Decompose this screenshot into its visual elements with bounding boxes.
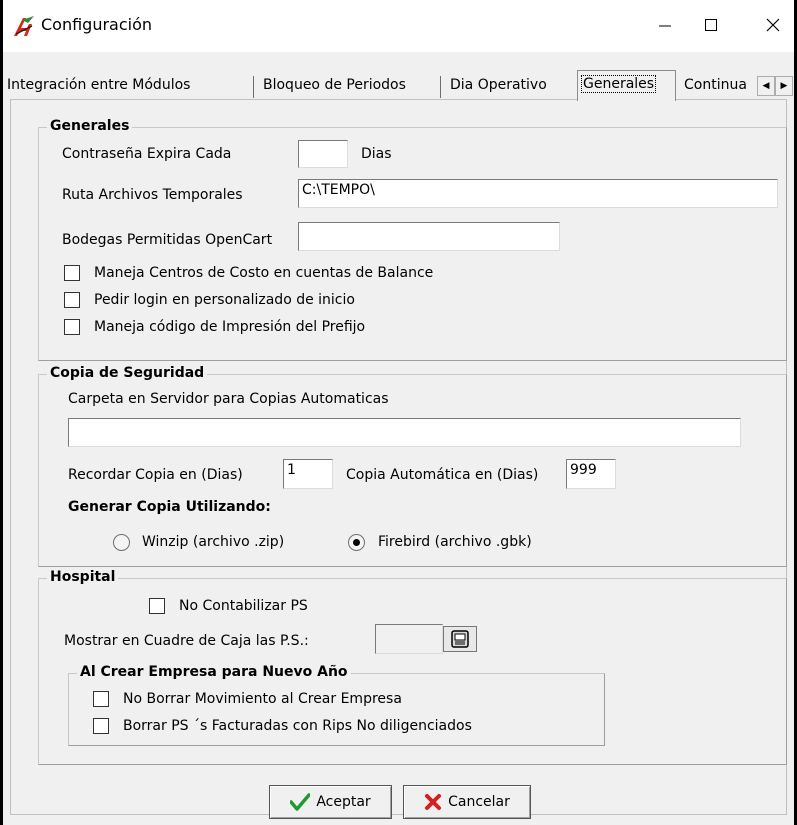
login-checkbox[interactable]	[64, 292, 80, 308]
tab-dia-operativo[interactable]: Dia Operativo	[446, 74, 570, 100]
cash-closing-label: Mostrar en Cuadre de Caja las P.S.:	[64, 633, 309, 649]
cost-center-checkbox[interactable]	[64, 265, 80, 281]
backup-group: Copia de Seguridad Carpeta en Servidor p…	[38, 365, 787, 567]
generales-legend: Generales	[47, 118, 133, 134]
hospital-group: Hospital No Contabilizar PS Mostrar en C…	[38, 569, 787, 765]
tab-label: Continua	[684, 77, 747, 93]
cost-center-label: Maneja Centros de Costo en cuentas de Ba…	[94, 265, 434, 281]
password-expiry-label: Contraseña Expira Cada	[62, 146, 232, 162]
password-expiry-unit: Dias	[361, 146, 392, 162]
auto-backup-label: Copia Automática en (Dias)	[346, 467, 539, 483]
keep-movements-label: No Borrar Movimiento al Crear Empresa	[123, 691, 402, 707]
cancel-button[interactable]: Cancelar	[403, 785, 531, 819]
password-expiry-input[interactable]	[298, 140, 348, 168]
tab-label: Integración entre Módulos	[7, 77, 191, 93]
login-label: Pedir login en personalizado de inicio	[94, 292, 355, 308]
tab-label: Generales	[580, 75, 657, 93]
app-logo-icon	[14, 16, 34, 36]
chevron-right-icon: ▶	[780, 81, 788, 91]
tab-continua[interactable]: Continua	[680, 74, 758, 100]
firebird-label: Firebird (archivo .gbk)	[378, 534, 532, 550]
prefix-print-label: Maneja código de Impresión del Prefijo	[94, 319, 366, 335]
new-year-legend: Al Crear Empresa para Nuevo Año	[77, 664, 351, 680]
backup-method-label: Generar Copia Utilizando:	[68, 499, 271, 515]
generales-group: Generales Contraseña Expira Cada Dias Ru…	[38, 118, 787, 361]
opencart-label: Bodegas Permitidas OpenCart	[62, 232, 273, 248]
backup-folder-input[interactable]	[68, 418, 741, 447]
opencart-input[interactable]	[298, 222, 560, 251]
tab-scroll-right-button[interactable]: ▶	[775, 76, 793, 96]
maximize-icon	[705, 19, 717, 31]
remind-label: Recordar Copia en (Dias)	[68, 467, 243, 483]
backup-legend: Copia de Seguridad	[47, 365, 208, 381]
dialog-body: Integración entre Módulos Bloqueo de Per…	[3, 52, 794, 825]
tab-generales[interactable]: Generales	[577, 70, 676, 101]
close-icon	[766, 18, 780, 32]
checkmark-icon	[290, 793, 311, 811]
x-cancel-icon	[425, 794, 442, 810]
hospital-legend: Hospital	[47, 569, 119, 585]
window-title: Configuración	[41, 15, 153, 34]
chevron-left-icon: ◀	[762, 81, 770, 91]
keep-movements-checkbox[interactable]	[93, 691, 109, 707]
cancel-label: Cancelar	[448, 794, 510, 810]
tab-integracion[interactable]: Integración entre Módulos	[3, 74, 249, 100]
temp-path-label: Ruta Archivos Temporales	[62, 187, 243, 203]
accept-button[interactable]: Aceptar	[269, 785, 392, 819]
printer-icon	[451, 630, 469, 648]
winzip-label: Winzip (archivo .zip)	[142, 534, 285, 550]
remind-input[interactable]: 1	[283, 459, 333, 489]
maximize-button[interactable]	[688, 8, 734, 42]
no-post-ps-checkbox[interactable]	[149, 598, 165, 614]
tab-bloqueo[interactable]: Bloqueo de Periodos	[259, 74, 435, 100]
firebird-radio[interactable]	[348, 534, 365, 551]
accept-label: Aceptar	[316, 794, 371, 810]
no-post-ps-label: No Contabilizar PS	[179, 598, 308, 614]
title-bar: Configuración	[3, 0, 794, 52]
prefix-print-checkbox[interactable]	[64, 319, 80, 335]
delete-ps-label: Borrar PS ´s Facturadas con Rips No dili…	[123, 718, 472, 734]
temp-path-input[interactable]: C:\TEMPO\	[298, 179, 778, 208]
new-year-group: Al Crear Empresa para Nuevo Año No Borra…	[68, 664, 605, 746]
tab-strip: Integración entre Módulos Bloqueo de Per…	[3, 70, 794, 101]
minimize-icon	[659, 25, 671, 27]
cash-closing-lookup-button[interactable]	[443, 626, 477, 652]
tab-separator	[440, 76, 441, 98]
delete-ps-checkbox[interactable]	[93, 718, 109, 734]
tab-page-generales: Generales Contraseña Expira Cada Dias Ru…	[10, 99, 787, 815]
config-window: Configuración Integración entre Módulos …	[0, 0, 797, 825]
auto-backup-input[interactable]: 999	[566, 459, 616, 489]
tab-separator	[253, 76, 254, 98]
tab-label: Dia Operativo	[450, 77, 547, 93]
winzip-radio[interactable]	[113, 534, 130, 551]
tab-scroll-left-button[interactable]: ◀	[757, 76, 775, 96]
cash-closing-input[interactable]	[375, 624, 443, 654]
tab-label: Bloqueo de Periodos	[263, 77, 406, 93]
close-button[interactable]	[750, 8, 796, 42]
backup-folder-label: Carpeta en Servidor para Copias Automati…	[68, 391, 389, 407]
minimize-button[interactable]	[642, 8, 688, 42]
